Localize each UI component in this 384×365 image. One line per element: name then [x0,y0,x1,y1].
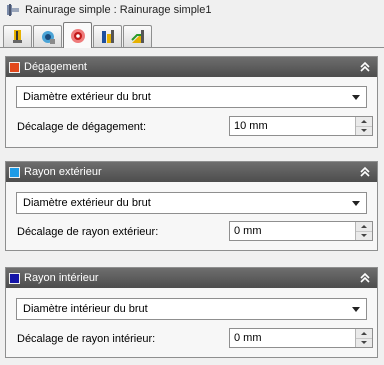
section-title: Rayon extérieur [24,166,102,178]
input-value[interactable]: 0 mm [230,332,355,344]
section-outer-radius: Rayon extérieur Diamètre extérieur du br… [5,161,378,251]
up-arrow-icon [361,224,367,228]
section-header[interactable]: Rayon extérieur [6,162,377,182]
select-value: Diamètre intérieur du brut [23,303,148,315]
clearance-reference-select[interactable]: Diamètre extérieur du brut [16,86,367,108]
collapse-icon[interactable] [359,165,371,179]
section-title: Rayon intérieur [24,272,99,284]
decrement-button[interactable] [356,230,372,241]
spinner [355,222,372,240]
section-header[interactable]: Rayon intérieur [6,268,377,288]
window-title: Rainurage simple : Rainurage simple1 [25,4,212,16]
outer-radius-offset-input[interactable]: 0 mm [229,221,373,241]
groove-tool-icon [41,31,55,44]
spinner [355,329,372,347]
collapse-icon[interactable] [359,60,371,74]
color-swatch [9,61,20,73]
field-label: Décalage de rayon intérieur: [17,333,156,345]
tab-strip [3,22,153,48]
lathe-groove-icon [7,4,19,16]
passes-icon [130,30,144,43]
select-value: Diamètre extérieur du brut [23,91,151,103]
input-value[interactable]: 0 mm [230,225,355,237]
tool-holder-icon [12,30,22,43]
clearance-offset-input[interactable]: 10 mm [229,116,373,136]
tab-clearance[interactable] [63,22,92,48]
section-title: Dégagement [24,61,87,73]
section-header[interactable]: Dégagement [6,57,377,77]
color-swatch [9,272,20,284]
tab-tool[interactable] [3,25,32,48]
spinner [355,117,372,135]
input-value[interactable]: 10 mm [230,120,355,132]
color-swatch [9,166,20,178]
chevron-down-icon [352,201,360,206]
select-value: Diamètre extérieur du brut [23,197,151,209]
increment-button[interactable] [356,329,372,338]
tab-separator [0,47,384,48]
field-label: Décalage de rayon extérieur: [17,226,159,238]
chevron-down-icon [352,307,360,312]
decrement-button[interactable] [356,125,372,136]
collapse-icon[interactable] [359,271,371,285]
up-arrow-icon [361,119,367,123]
decrement-button[interactable] [356,337,372,348]
clearance-icon [70,28,85,43]
inner-radius-reference-select[interactable]: Diamètre intérieur du brut [16,298,367,320]
down-arrow-icon [361,341,367,345]
inner-radius-offset-input[interactable]: 0 mm [229,328,373,348]
increment-button[interactable] [356,117,372,126]
field-label: Décalage de dégagement: [17,121,147,133]
down-arrow-icon [361,234,367,238]
up-arrow-icon [361,331,367,335]
linking-icon [101,30,114,43]
chevron-down-icon [352,95,360,100]
tab-passes[interactable] [123,25,152,48]
outer-radius-reference-select[interactable]: Diamètre extérieur du brut [16,192,367,214]
section-clearance: Dégagement Diamètre extérieur du brut Dé… [5,56,378,148]
increment-button[interactable] [356,222,372,231]
tab-geometry[interactable] [33,25,62,48]
window-titlebar: Rainurage simple : Rainurage simple1 [0,0,384,20]
tab-linking[interactable] [93,25,122,48]
down-arrow-icon [361,129,367,133]
section-inner-radius: Rayon intérieur Diamètre intérieur du br… [5,267,378,358]
